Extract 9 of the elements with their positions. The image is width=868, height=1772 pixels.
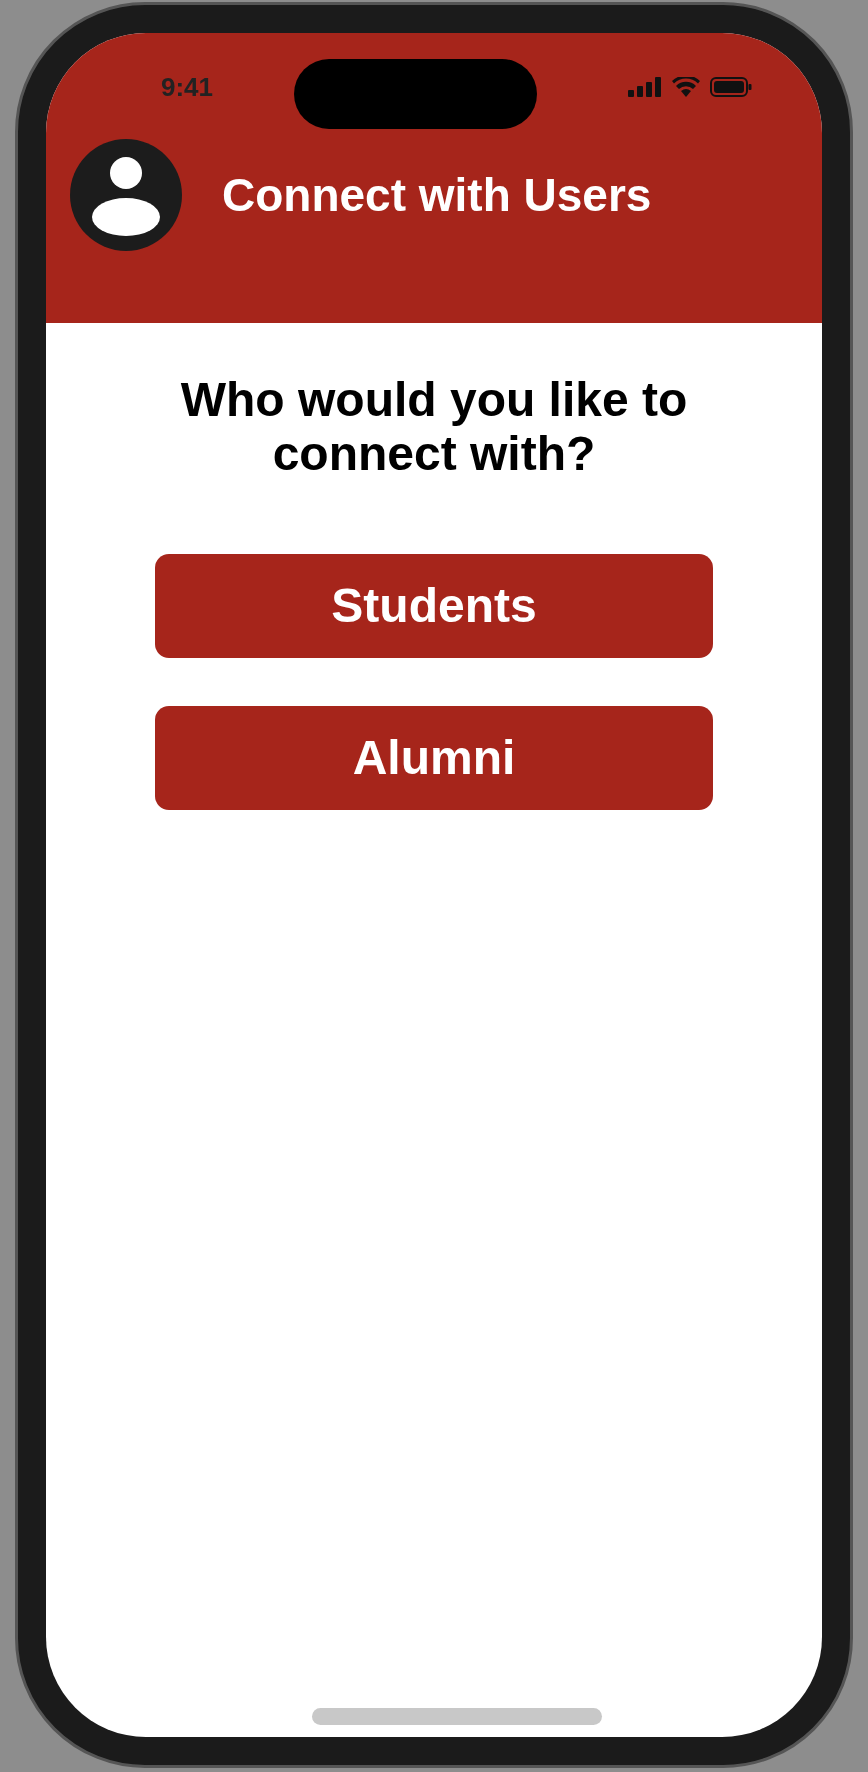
user-avatar-icon[interactable] — [70, 139, 182, 251]
page-title: Connect with Users — [222, 167, 652, 223]
signal-icon — [628, 77, 662, 97]
wifi-icon — [672, 77, 700, 97]
status-time: 9:41 — [161, 70, 214, 104]
choice-button[interactable]: Students — [155, 554, 713, 658]
battery-icon — [710, 77, 752, 97]
choice-button[interactable]: Alumni — [155, 706, 713, 810]
prompt-text: Who would you like to connect with? — [179, 373, 689, 481]
